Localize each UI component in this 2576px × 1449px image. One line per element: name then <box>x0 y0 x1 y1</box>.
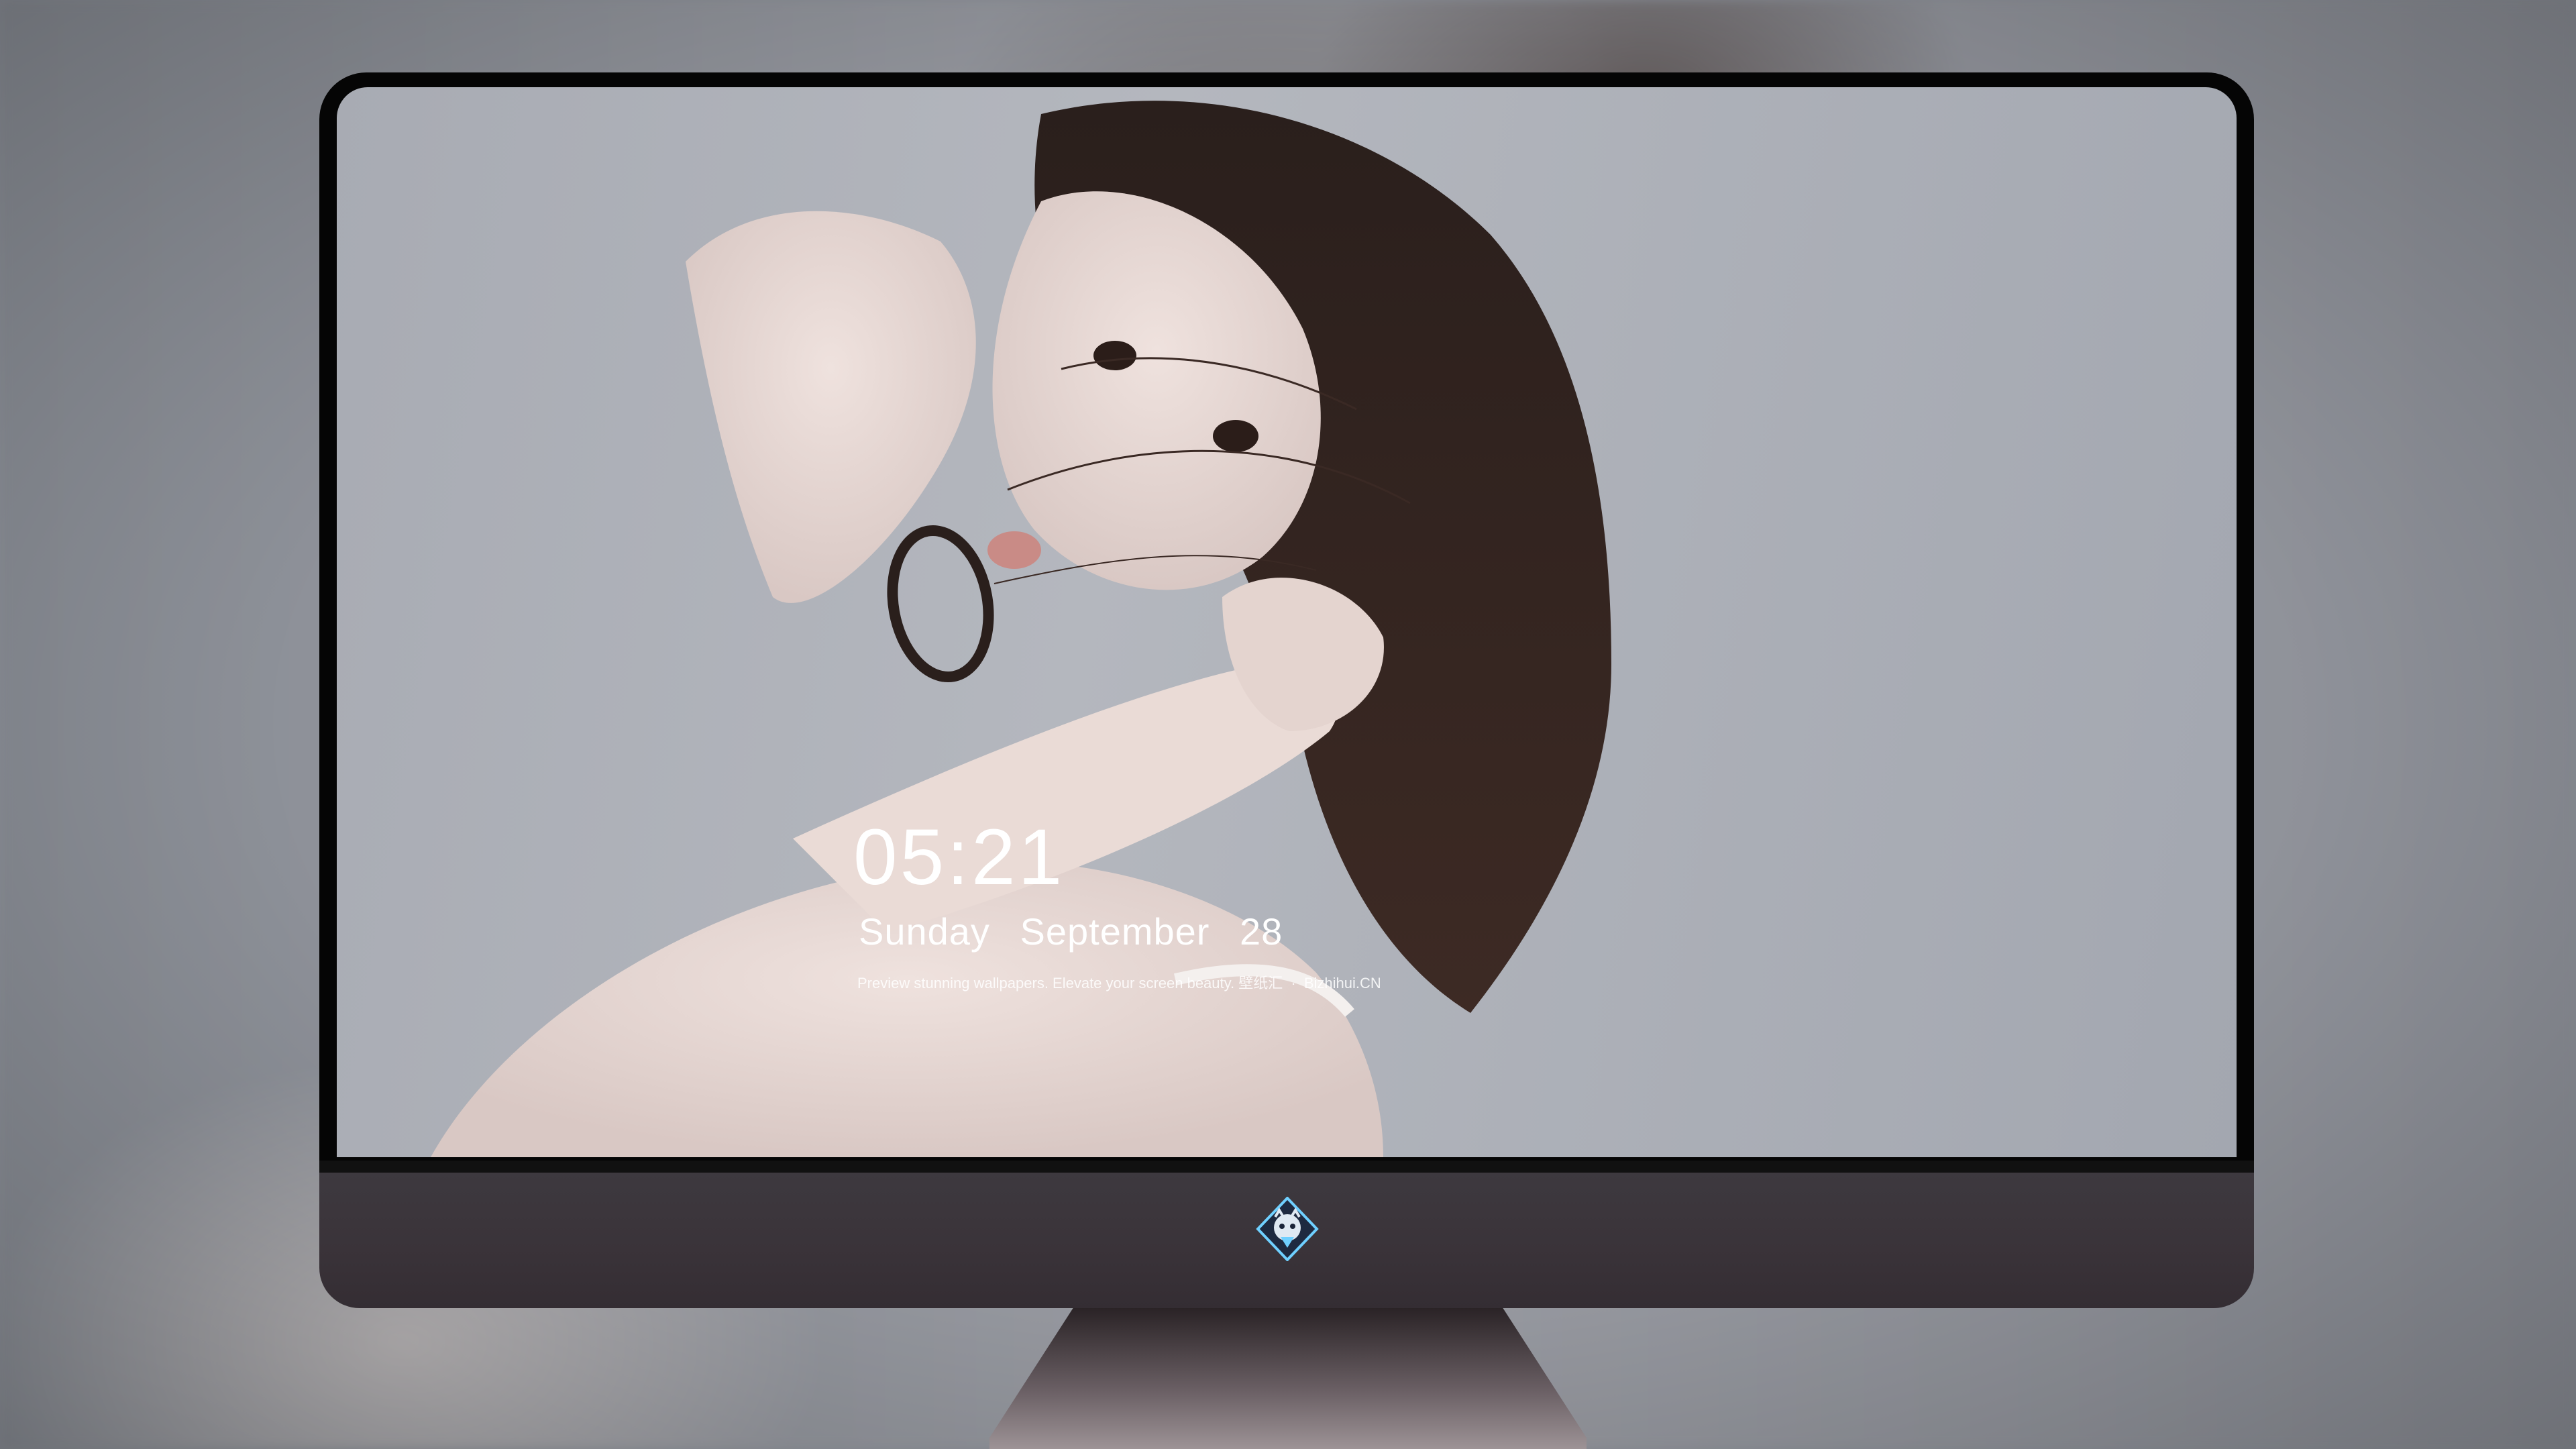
tagline-brand-cn: 壁纸汇 <box>1238 975 1283 991</box>
lock-clock: 05:21 <box>853 813 1065 902</box>
imac-monitor: 05:21 Sunday September 28 Preview stunni… <box>319 72 2254 1308</box>
brand-logo-icon <box>1255 1196 1320 1262</box>
date-weekday: Sunday <box>859 910 990 953</box>
chin-divider <box>319 1161 2254 1173</box>
date-month: September <box>1020 910 1210 953</box>
desktop-screen: 05:21 Sunday September 28 Preview stunni… <box>337 87 2237 1157</box>
tagline-site: Bizhihui.CN <box>1303 975 1381 991</box>
lock-date: Sunday September 28 <box>859 910 1283 953</box>
monitor-stand <box>989 1308 1587 1449</box>
tagline-text: Preview stunning wallpapers. Elevate you… <box>857 975 1235 991</box>
date-day: 28 <box>1240 910 1283 953</box>
tagline-separator: · <box>1291 975 1296 991</box>
wallpaper-tagline: Preview stunning wallpapers. Elevate you… <box>857 971 1381 993</box>
wallpaper-image <box>431 101 1611 1157</box>
